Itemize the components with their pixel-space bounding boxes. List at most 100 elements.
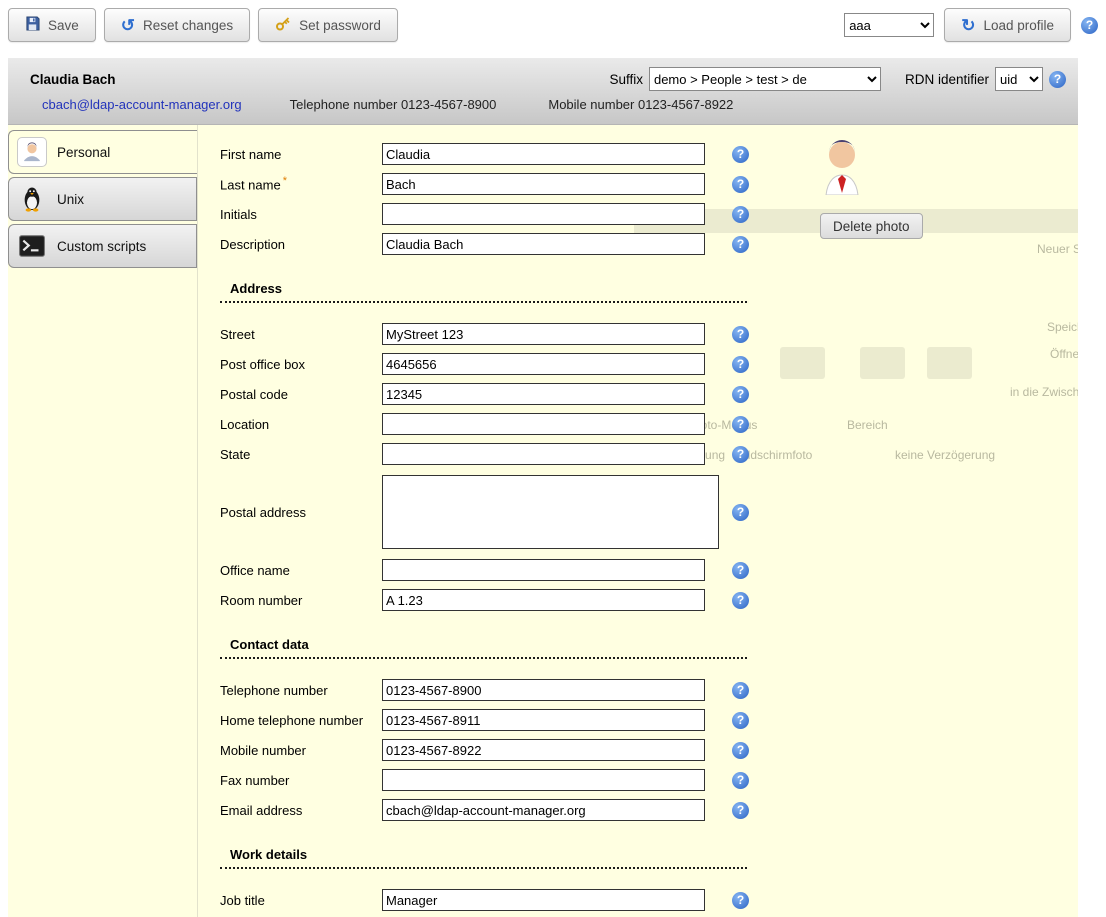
office-name-input[interactable]: [382, 559, 705, 581]
panel-body: Personal Unix Custom scripts Neuer Sc: [8, 125, 1078, 917]
help-icon[interactable]: [732, 146, 749, 163]
help-icon[interactable]: [732, 446, 749, 463]
office-name-label: Office name: [220, 563, 382, 578]
help-icon[interactable]: [732, 742, 749, 759]
save-button[interactable]: Save: [8, 8, 96, 42]
tab-custom-scripts-label: Custom scripts: [57, 239, 146, 254]
load-profile-label: Load profile: [983, 18, 1054, 33]
reset-changes-button[interactable]: ↺ Reset changes: [104, 8, 250, 42]
rdn-select[interactable]: uid: [995, 67, 1043, 91]
ghost-text: in die Zwischenab: [1010, 385, 1078, 399]
field-post-office-box: Post office box: [220, 349, 750, 379]
help-icon[interactable]: [1049, 71, 1066, 88]
location-label: Location: [220, 417, 382, 432]
initials-input[interactable]: [382, 203, 705, 225]
help-icon[interactable]: [732, 206, 749, 223]
help-icon[interactable]: [732, 682, 749, 699]
set-password-button[interactable]: Set password: [258, 8, 398, 42]
fax-number-label: Fax number: [220, 773, 382, 788]
ghost-text: Öffne: [1050, 347, 1078, 361]
tab-custom-scripts[interactable]: Custom scripts: [8, 224, 197, 268]
street-label: Street: [220, 327, 382, 342]
description-label: Description: [220, 237, 382, 252]
reset-changes-label: Reset changes: [143, 18, 233, 33]
help-icon[interactable]: [732, 772, 749, 789]
ghost-button: [860, 347, 905, 379]
delete-photo-button[interactable]: Delete photo: [820, 213, 923, 239]
field-postal-code: Postal code: [220, 379, 750, 409]
home-telephone-input[interactable]: [382, 709, 705, 731]
load-profile-icon: ↻: [961, 17, 975, 34]
load-profile-button[interactable]: ↻ Load profile: [944, 8, 1071, 42]
description-input[interactable]: [382, 233, 705, 255]
fax-number-input[interactable]: [382, 769, 705, 791]
help-icon[interactable]: [732, 562, 749, 579]
account-panel: Claudia Bach Suffix demo > People > test…: [8, 58, 1078, 917]
field-office-name: Office name: [220, 555, 750, 585]
field-mobile-number: Mobile number: [220, 735, 750, 765]
profile-select[interactable]: aaa: [844, 13, 934, 37]
tux-icon: [17, 184, 47, 214]
help-icon[interactable]: [732, 356, 749, 373]
postal-address-label: Postal address: [220, 505, 382, 520]
last-name-label-text: Last name: [220, 178, 281, 193]
rdn-identifier-label: RDN identifier: [905, 72, 989, 87]
email-address-input[interactable]: [382, 799, 705, 821]
first-name-input[interactable]: [382, 143, 705, 165]
email-link[interactable]: cbach@ldap-account-manager.org: [42, 97, 242, 112]
post-office-box-input[interactable]: [382, 353, 705, 375]
personal-form: First name Last name* Initials Descripti…: [220, 139, 750, 915]
room-number-input[interactable]: [382, 589, 705, 611]
last-name-input[interactable]: [382, 173, 705, 195]
header-mobile: Mobile number 0123-4567-8922: [548, 97, 733, 112]
help-icon[interactable]: [732, 236, 749, 253]
field-state: State: [220, 439, 750, 469]
field-first-name: First name: [220, 139, 750, 169]
mobile-number-input[interactable]: [382, 739, 705, 761]
help-icon[interactable]: [732, 416, 749, 433]
first-name-label: First name: [220, 147, 382, 162]
help-icon[interactable]: [732, 802, 749, 819]
toolbar-right-group: aaa ↻ Load profile: [844, 8, 1098, 42]
field-description: Description: [220, 229, 750, 259]
mobile-number-label: Mobile number: [220, 743, 382, 758]
home-telephone-label: Home telephone number: [220, 713, 382, 728]
person-icon: [17, 137, 47, 167]
suffix-select[interactable]: demo > People > test > de: [649, 67, 881, 91]
reset-icon: ↺: [121, 17, 135, 34]
help-icon[interactable]: [732, 892, 749, 909]
help-icon[interactable]: [1081, 17, 1098, 34]
street-input[interactable]: [382, 323, 705, 345]
required-marker: *: [283, 175, 287, 187]
field-home-telephone: Home telephone number: [220, 705, 750, 735]
postal-address-textarea[interactable]: [382, 475, 719, 549]
help-icon[interactable]: [732, 592, 749, 609]
help-icon[interactable]: [732, 326, 749, 343]
job-title-input[interactable]: [382, 889, 705, 911]
state-label: State: [220, 447, 382, 462]
tab-personal[interactable]: Personal: [8, 130, 197, 174]
section-work-details: Work details: [220, 847, 747, 869]
field-telephone: Telephone number: [220, 675, 750, 705]
initials-label: Initials: [220, 207, 382, 222]
location-input[interactable]: [382, 413, 705, 435]
help-icon[interactable]: [732, 176, 749, 193]
tab-column: Personal Unix Custom scripts: [8, 125, 198, 917]
section-contact-data: Contact data: [220, 637, 747, 659]
help-icon[interactable]: [732, 386, 749, 403]
telephone-input[interactable]: [382, 679, 705, 701]
last-name-label: Last name*: [220, 175, 382, 192]
section-address: Address: [220, 281, 747, 303]
field-street: Street: [220, 319, 750, 349]
user-photo: [820, 137, 864, 198]
personal-form-area: Neuer Sc Speiche Öffne in die Zwischenab…: [198, 125, 1078, 917]
state-input[interactable]: [382, 443, 705, 465]
ghost-text: Speiche: [1047, 320, 1078, 334]
field-location: Location: [220, 409, 750, 439]
save-icon: [25, 16, 40, 34]
save-label: Save: [48, 18, 79, 33]
tab-unix[interactable]: Unix: [8, 177, 197, 221]
postal-code-input[interactable]: [382, 383, 705, 405]
help-icon[interactable]: [732, 504, 749, 521]
help-icon[interactable]: [732, 712, 749, 729]
